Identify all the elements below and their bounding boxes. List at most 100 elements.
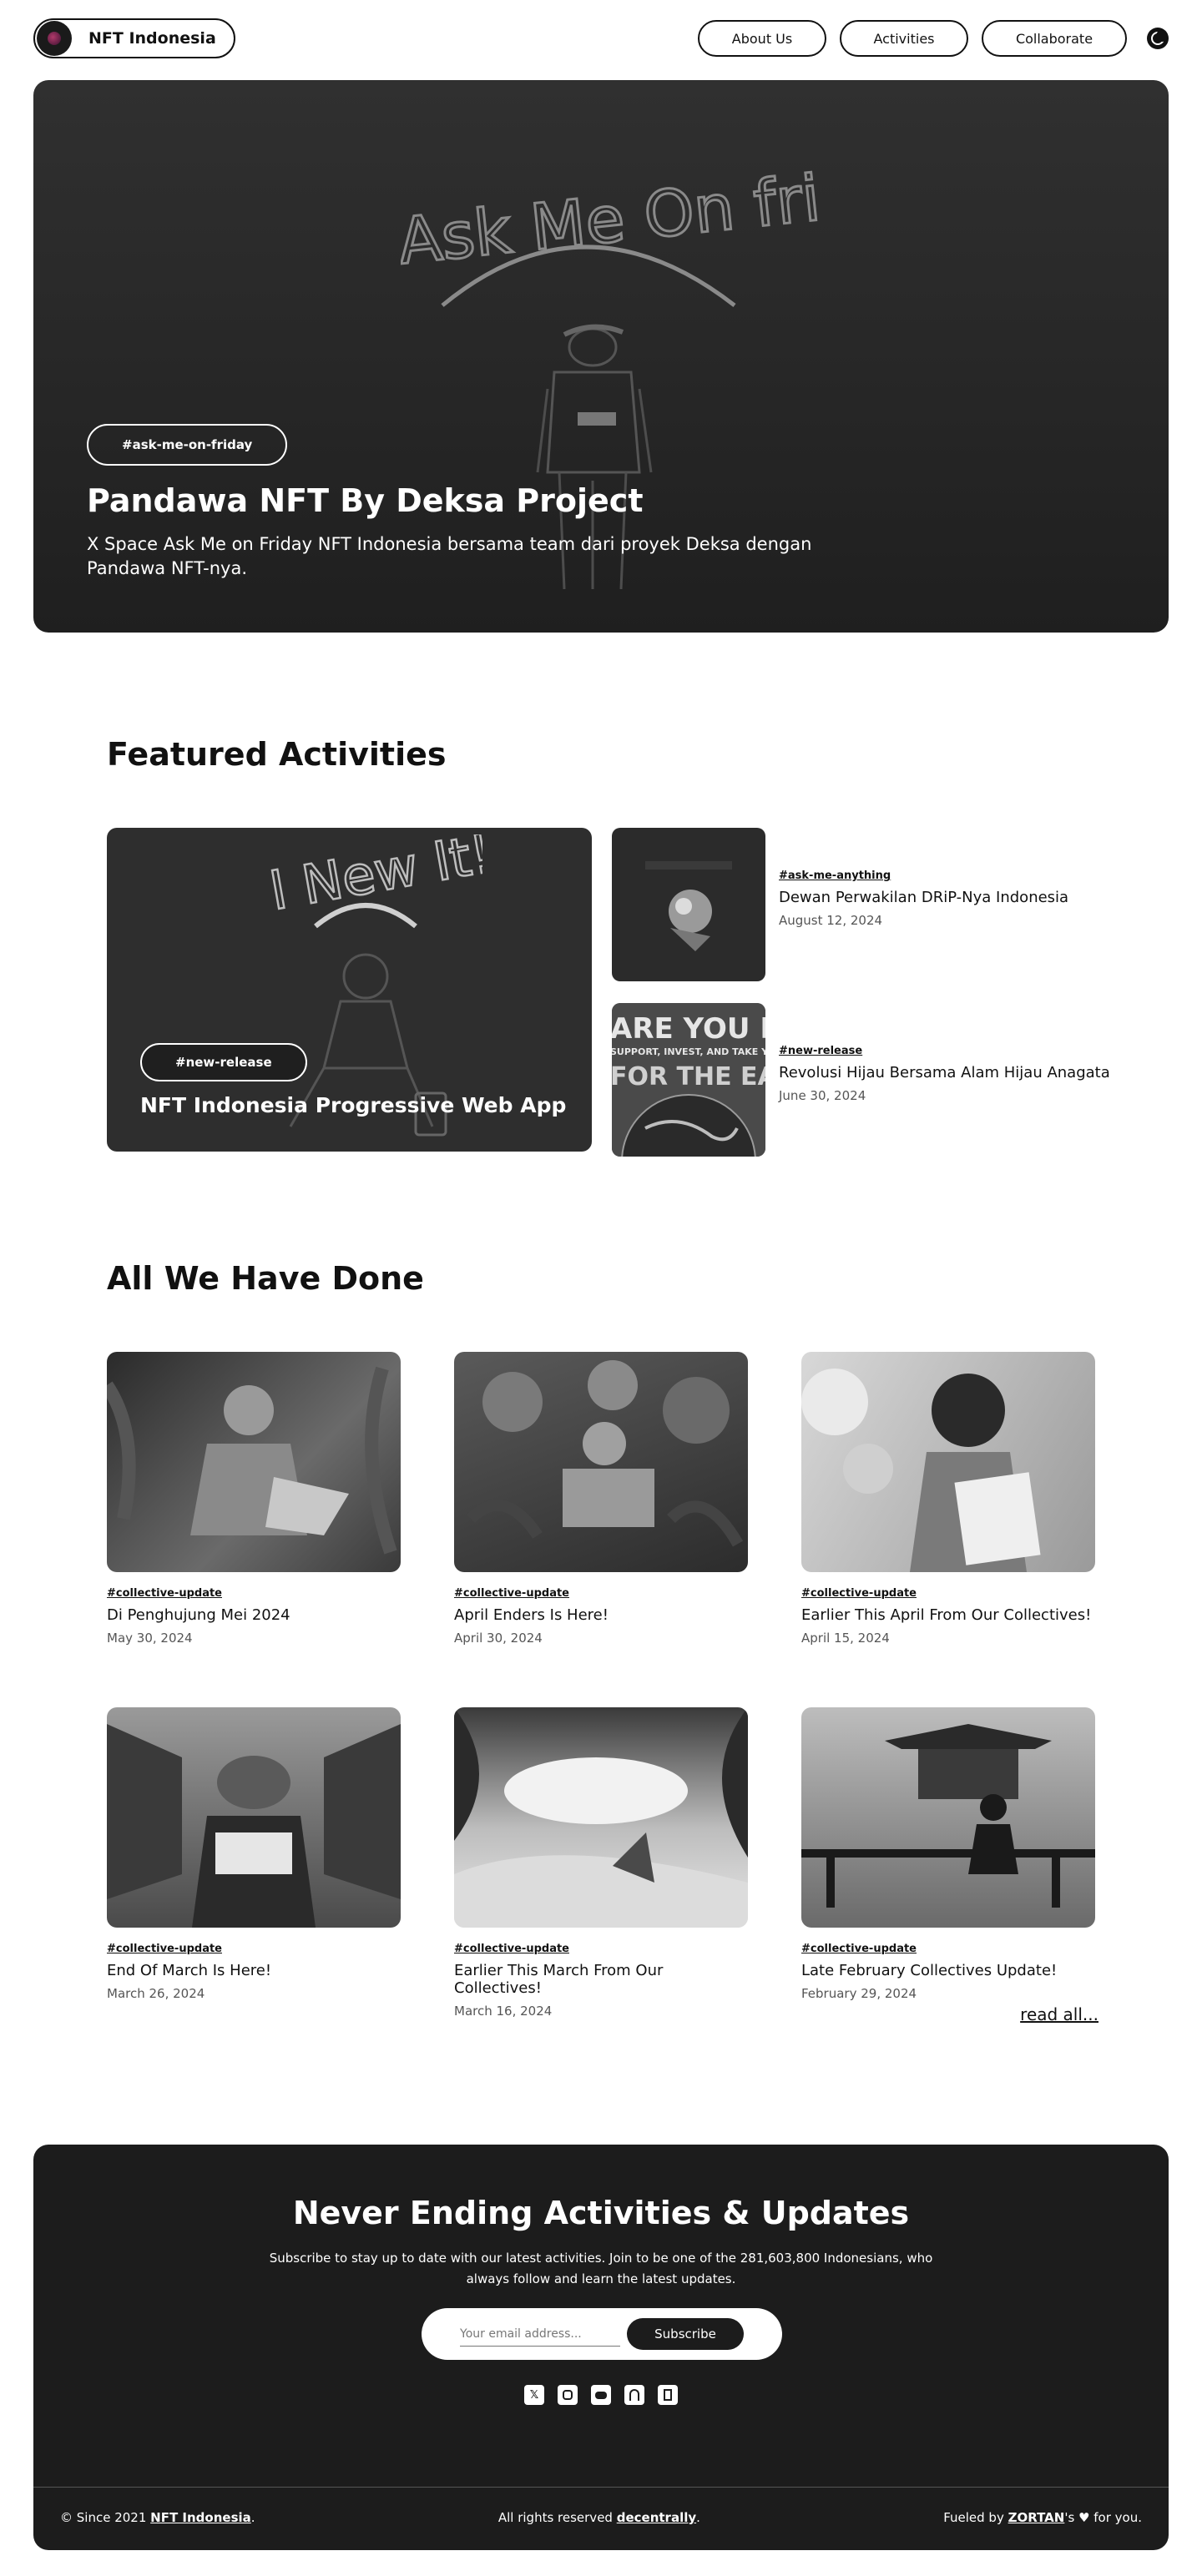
nft-indonesia-link[interactable]: NFT Indonesia xyxy=(150,2510,251,2525)
featured-item-tag-link[interactable]: #new-release xyxy=(779,1045,1110,1057)
featured-item-tag-link[interactable]: #ask-me-anything xyxy=(779,870,1068,882)
activity-card-date: March 16, 2024 xyxy=(454,2004,553,2019)
hero-description: X Space Ask Me on Friday NFT Indonesia b… xyxy=(87,534,812,578)
activity-card-info: #collective-update Late February Collect… xyxy=(801,1943,1095,2001)
activity-card-info: #collective-update Earlier This March Fr… xyxy=(454,1943,748,2019)
zortan-link[interactable]: ZORTAN xyxy=(1008,2510,1065,2525)
fueled-text: Fueled by ZORTAN's ♥ for you. xyxy=(943,2510,1142,2525)
card-art xyxy=(801,1724,1095,1908)
featured-item[interactable]: ARE YOU READY SUPPORT, INVEST, AND TAKE … xyxy=(612,1003,1129,1157)
gitbook-icon[interactable] xyxy=(624,2385,644,2405)
featured-item-thumbnail[interactable] xyxy=(612,828,765,981)
card-art xyxy=(107,1724,401,1928)
activity-card-image[interactable] xyxy=(801,1352,1095,1572)
featured-item-title[interactable]: Dewan Perwakilan DRiP-Nya Indonesia xyxy=(779,889,1068,906)
activity-card-title[interactable]: Di Penghujung Mei 2024 xyxy=(107,1606,401,1624)
card-art xyxy=(801,1369,1041,1572)
social-links: 𝕏 xyxy=(33,2385,1169,2405)
featured-main-tag-button[interactable]: #new-release xyxy=(140,1043,307,1081)
activity-card-image[interactable] xyxy=(107,1352,401,1572)
subscribe-button[interactable]: Subscribe xyxy=(627,2318,744,2350)
activity-card-title[interactable]: End Of March Is Here! xyxy=(107,1962,401,1979)
footer-title: Never Ending Activities & Updates xyxy=(292,2195,910,2231)
card-art xyxy=(467,1360,744,1547)
activity-card-info: #collective-update Earlier This April Fr… xyxy=(801,1587,1095,1646)
featured-thumb-art xyxy=(645,861,732,951)
brand-logo-icon xyxy=(37,21,72,56)
done-heading: All We Have Done xyxy=(107,1260,424,1297)
nav-collaborate-button[interactable]: Collaborate xyxy=(982,20,1127,57)
theme-toggle-moon-icon[interactable] xyxy=(1147,28,1169,49)
activity-card-title[interactable]: April Enders Is Here! xyxy=(454,1606,748,1624)
read-all-link[interactable]: read all... xyxy=(1020,2004,1098,2024)
activity-card-image[interactable] xyxy=(454,1707,748,1928)
featured-item-info: #ask-me-anything Dewan Perwakilan DRiP-N… xyxy=(779,870,1068,928)
hero-title: Pandawa NFT By Deksa Project xyxy=(87,482,644,519)
activity-card-image[interactable] xyxy=(454,1352,748,1572)
top-nav: NFT Indonesia About Us Activities Collab… xyxy=(33,18,1169,58)
activity-card-date: February 29, 2024 xyxy=(801,1986,917,2001)
activity-card-tag-link[interactable]: #collective-update xyxy=(107,1587,401,1600)
card-art xyxy=(454,1707,748,1928)
copyright-text: © Since 2021 NFT Indonesia. xyxy=(60,2510,255,2525)
activity-card-info: #collective-update April Enders Is Here!… xyxy=(454,1587,748,1646)
activity-card-date: March 26, 2024 xyxy=(107,1986,205,2001)
decentrally-link[interactable]: decentrally xyxy=(617,2510,696,2525)
footer: Never Ending Activities & Updates Subscr… xyxy=(33,2145,1169,2550)
featured-thumb-art: ARE YOU READY SUPPORT, INVEST, AND TAKE … xyxy=(612,1003,765,1157)
hero-art-text: Ask Me On friday xyxy=(401,149,818,279)
email-input[interactable] xyxy=(460,2321,620,2347)
activity-card-title[interactable]: Earlier This March From Our Collectives! xyxy=(454,1962,748,1997)
brand-name: NFT Indonesia xyxy=(88,29,216,48)
activity-card-title[interactable]: Late February Collectives Update! xyxy=(801,1962,1095,1979)
featured-item-info: #new-release Revolusi Hijau Bersama Alam… xyxy=(779,1045,1110,1103)
featured-main-title: NFT Indonesia Progressive Web App xyxy=(140,1093,567,1117)
instagram-icon[interactable] xyxy=(558,2385,578,2405)
activity-card[interactable]: #collective-update April Enders Is Here!… xyxy=(454,1352,748,1646)
footer-bottom-bar: © Since 2021 NFT Indonesia. All rights r… xyxy=(60,2510,1142,2525)
card-art xyxy=(107,1366,397,1555)
activity-card[interactable]: #collective-update Earlier This April Fr… xyxy=(801,1352,1095,1646)
footer-description: Subscribe to stay up to date with our la… xyxy=(269,2251,933,2286)
footer-divider xyxy=(33,2487,1169,2488)
activity-card-date: April 30, 2024 xyxy=(454,1631,543,1646)
thumb-text-1: ARE YOU READY xyxy=(612,1012,765,1046)
featured-heading: Featured Activities xyxy=(107,736,447,773)
activity-card-tag-link[interactable]: #collective-update xyxy=(107,1943,401,1955)
activity-card-tag-link[interactable]: #collective-update xyxy=(801,1587,1095,1600)
nav-activities-button[interactable]: Activities xyxy=(840,20,968,57)
hero-tag-button[interactable]: #ask-me-on-friday xyxy=(87,424,288,466)
featured-item-date: August 12, 2024 xyxy=(779,913,883,928)
activity-card-info: #collective-update End Of March Is Here!… xyxy=(107,1943,401,2001)
hero-illustration: Ask Me On friday xyxy=(401,147,818,589)
rights-text: All rights reserved decentrally. xyxy=(497,2510,700,2525)
thumb-text-3: FOR THE EARTH xyxy=(612,1062,765,1091)
activity-card-date: May 30, 2024 xyxy=(107,1631,193,1646)
brand-link[interactable]: NFT Indonesia xyxy=(33,18,235,58)
featured-item[interactable]: #ask-me-anything Dewan Perwakilan DRiP-N… xyxy=(612,828,1129,981)
featured-item-date: June 30, 2024 xyxy=(779,1088,866,1103)
activity-card-tag-link[interactable]: #collective-update xyxy=(454,1943,748,1955)
activity-card[interactable]: #collective-update Late February Collect… xyxy=(801,1707,1095,2001)
activity-card-image[interactable] xyxy=(107,1707,401,1928)
activity-card[interactable]: #collective-update Di Penghujung Mei 202… xyxy=(107,1352,401,1646)
activity-card-info: #collective-update Di Penghujung Mei 202… xyxy=(107,1587,401,1646)
featured-main-card[interactable]: I New It! #new-release NFT Indonesia Pro… xyxy=(107,828,592,1152)
featured-item-thumbnail[interactable]: ARE YOU READY SUPPORT, INVEST, AND TAKE … xyxy=(612,1003,765,1157)
activity-card-title[interactable]: Earlier This April From Our Collectives! xyxy=(801,1606,1095,1624)
hero-banner[interactable]: Ask Me On friday #ask-me-on-friday Panda… xyxy=(33,80,1169,633)
notion-icon[interactable] xyxy=(658,2385,678,2405)
subscribe-form: Subscribe xyxy=(422,2308,782,2360)
activity-card[interactable]: #collective-update End Of March Is Here!… xyxy=(107,1707,401,2001)
activity-card-tag-link[interactable]: #collective-update xyxy=(801,1943,1095,1955)
featured-art-text: I New It! xyxy=(265,834,482,923)
activity-card-date: April 15, 2024 xyxy=(801,1631,890,1646)
x-icon[interactable]: 𝕏 xyxy=(524,2385,544,2405)
activity-card-tag-link[interactable]: #collective-update xyxy=(454,1587,748,1600)
activity-card[interactable]: #collective-update Earlier This March Fr… xyxy=(454,1707,748,2019)
thumb-text-2: SUPPORT, INVEST, AND TAKE YOUR PA xyxy=(612,1046,765,1057)
nav-about-us-button[interactable]: About Us xyxy=(698,20,826,57)
discord-icon[interactable] xyxy=(591,2385,611,2405)
activity-card-image[interactable] xyxy=(801,1707,1095,1928)
featured-item-title[interactable]: Revolusi Hijau Bersama Alam Hijau Anagat… xyxy=(779,1064,1110,1081)
